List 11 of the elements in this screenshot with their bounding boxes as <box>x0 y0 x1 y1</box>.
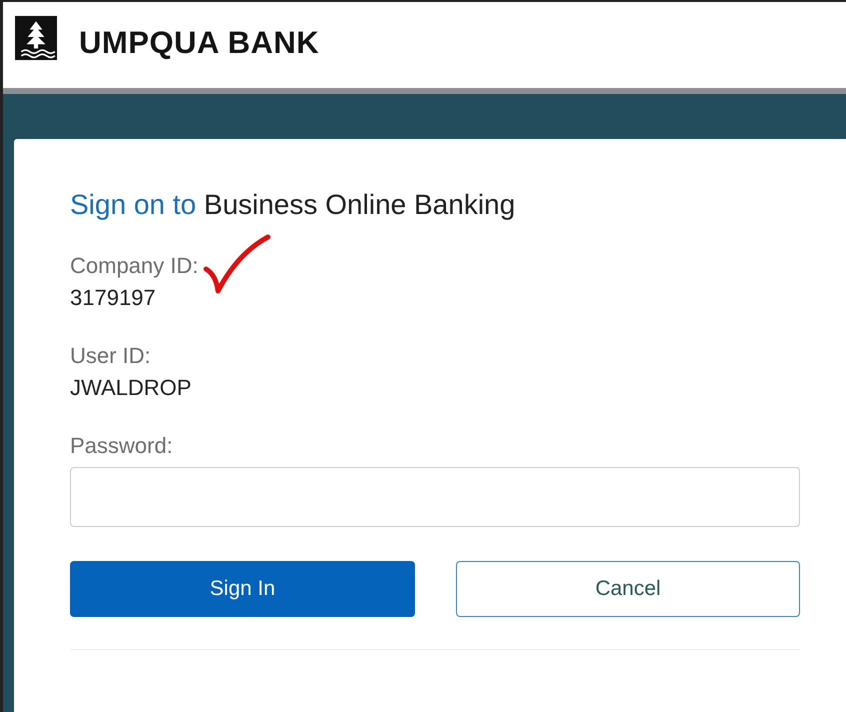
field-label: Password: <box>70 432 174 460</box>
field-label: Company ID: <box>70 252 198 280</box>
brand-name: UMPQUA BANK <box>79 25 320 61</box>
page-title: Sign on to Business Online Banking <box>70 189 516 221</box>
sign-in-button[interactable]: Sign In <box>70 561 415 617</box>
field-label: User ID: <box>70 342 151 370</box>
cancel-button[interactable]: Cancel <box>456 561 800 617</box>
password-field[interactable] <box>70 467 800 527</box>
tree-logo-icon <box>15 15 57 61</box>
field-value: JWALDROP <box>70 374 192 402</box>
field-value: 3179197 <box>70 284 156 312</box>
